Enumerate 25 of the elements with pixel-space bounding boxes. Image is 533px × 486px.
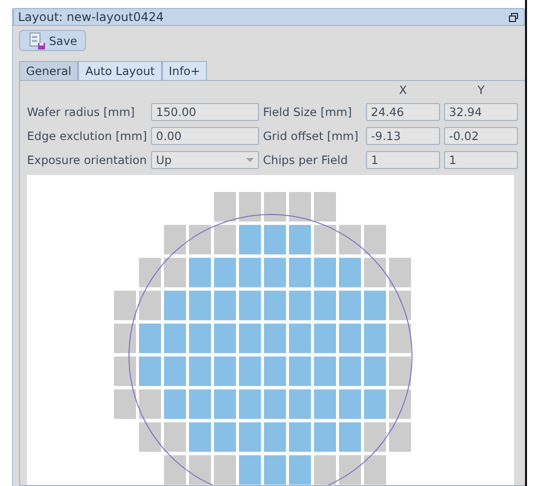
dropdown-caret-icon	[246, 158, 254, 162]
tab[interactable]: Auto Layout	[78, 61, 162, 80]
input-field[interactable]: -0.02	[444, 127, 518, 145]
column-header: X	[398, 84, 408, 97]
field-label: Field Size [mm]	[263, 105, 353, 119]
field-label: Chips per Field	[263, 153, 349, 167]
restore-icon[interactable]	[509, 12, 518, 22]
window-title: Layout: new-layout0424	[18, 10, 164, 24]
field-label: Wafer radius [mm]	[27, 105, 136, 119]
dropdown-field[interactable]: Up	[151, 151, 259, 169]
tab[interactable]: Info+	[162, 61, 208, 80]
save-button[interactable]: Save	[19, 30, 86, 51]
input-field[interactable]: 150.00	[151, 103, 259, 121]
input-field[interactable]: 32.94	[444, 103, 518, 121]
field-label: Grid offset [mm]	[263, 129, 360, 143]
save-icon	[28, 32, 46, 50]
input-field[interactable]: 0.00	[151, 127, 259, 145]
input-field[interactable]: 1	[444, 151, 518, 169]
input-field[interactable]: -9.13	[366, 127, 440, 145]
input-field[interactable]: 24.46	[366, 103, 440, 121]
input-field[interactable]: 1	[366, 151, 440, 169]
tab[interactable]: General	[19, 61, 78, 80]
field-label: Exposure orientation	[27, 153, 147, 167]
field-label: Edge exclution [mm]	[27, 129, 147, 143]
column-header: Y	[476, 84, 486, 97]
